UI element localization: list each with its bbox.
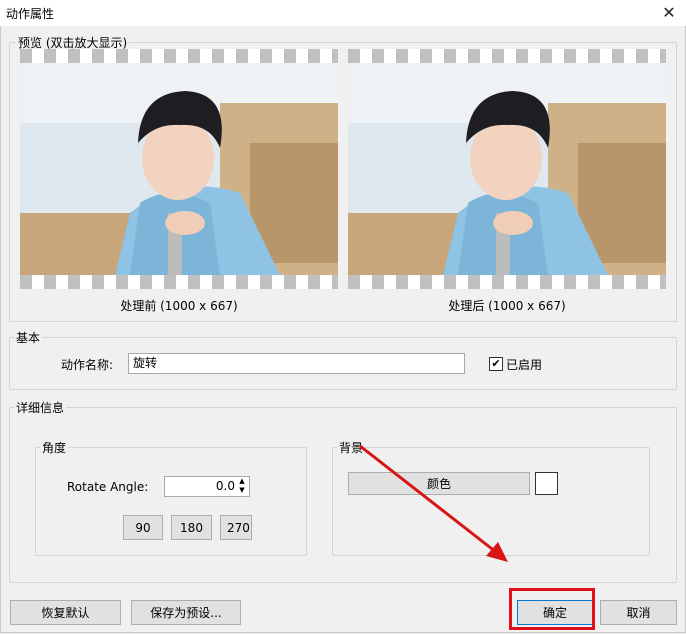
- color-button[interactable]: 颜色: [348, 472, 530, 495]
- spin-arrows-icon[interactable]: ▲ ▼: [237, 477, 247, 496]
- filmstrip-bottom: [348, 275, 666, 289]
- background-group: 背景: [332, 439, 650, 556]
- title-bar: 动作属性 ✕: [0, 0, 686, 26]
- close-icon[interactable]: ✕: [658, 2, 680, 24]
- rotate-angle-spinbox[interactable]: 0.0 ▲ ▼: [164, 476, 250, 497]
- filmstrip-top: [348, 49, 666, 63]
- preset-90-button[interactable]: 90: [123, 515, 163, 540]
- window-title: 动作属性: [6, 7, 55, 21]
- basic-legend: 基本: [14, 329, 43, 346]
- action-name-label: 动作名称:: [61, 358, 114, 372]
- details-legend: 详细信息: [14, 399, 67, 416]
- photo-before: [20, 63, 338, 275]
- preview-before-image[interactable]: [20, 49, 338, 289]
- background-legend: 背景: [337, 439, 366, 456]
- save-preset-button[interactable]: 保存为预设...: [131, 600, 241, 625]
- cancel-button[interactable]: 取消: [600, 600, 677, 625]
- preset-180-button[interactable]: 180: [171, 515, 212, 540]
- filmstrip-top: [20, 49, 338, 63]
- angle-legend: 角度: [40, 439, 69, 456]
- enabled-checkbox[interactable]: ✔: [489, 357, 503, 371]
- color-swatch[interactable]: [535, 472, 558, 495]
- enabled-label: 已启用: [506, 358, 543, 372]
- action-name-input[interactable]: 旋转: [128, 353, 465, 374]
- rotate-angle-value: 0.0: [215, 479, 235, 493]
- before-caption: 处理前 (1000 x 667): [120, 299, 238, 313]
- photo-after: [348, 63, 666, 275]
- reset-default-button[interactable]: 恢复默认: [10, 600, 121, 625]
- filmstrip-bottom: [20, 275, 338, 289]
- rotate-angle-label: Rotate Angle:: [67, 480, 149, 494]
- preview-after-image[interactable]: [348, 49, 666, 289]
- ok-button[interactable]: 确定: [517, 600, 593, 625]
- preset-270-button[interactable]: 270: [220, 515, 252, 540]
- after-caption: 处理后 (1000 x 667): [448, 299, 566, 313]
